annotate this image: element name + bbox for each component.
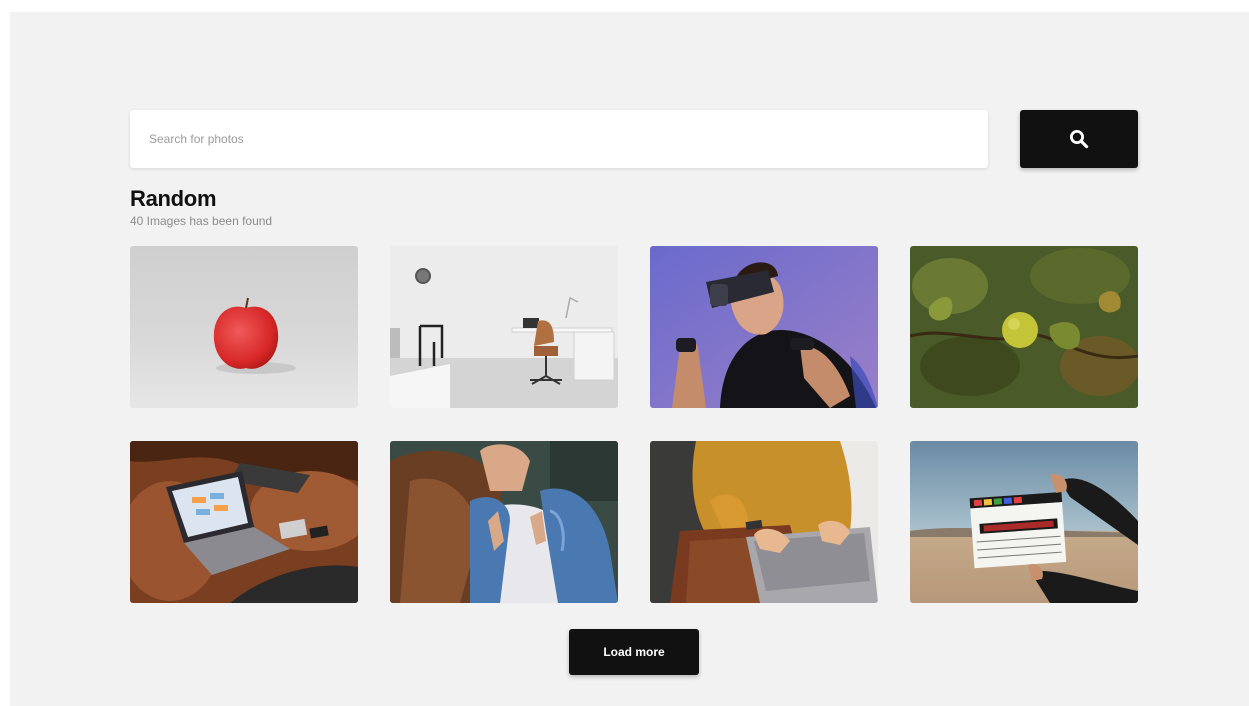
gallery-title: Random [130,186,217,211]
search-button[interactable] [1020,110,1138,168]
photo-vr-headset[interactable] [650,246,878,408]
search-bar [130,110,1138,168]
photo-person-typing[interactable] [650,441,878,603]
photo-office-desk[interactable] [390,246,618,408]
results-count: 40 Images has been found [130,214,273,228]
photo-clapperboard[interactable] [910,441,1138,603]
photo-green-fruit[interactable] [910,246,1138,408]
photo-red-apple[interactable] [130,246,358,408]
page: Random 40 Images has been found [10,12,1249,706]
photo-laptop-couch[interactable] [130,441,358,603]
search-input[interactable] [130,110,988,168]
search-icon [1070,130,1089,149]
load-more-button[interactable]: Load more [569,629,699,675]
photo-woman-denim[interactable] [390,441,618,603]
